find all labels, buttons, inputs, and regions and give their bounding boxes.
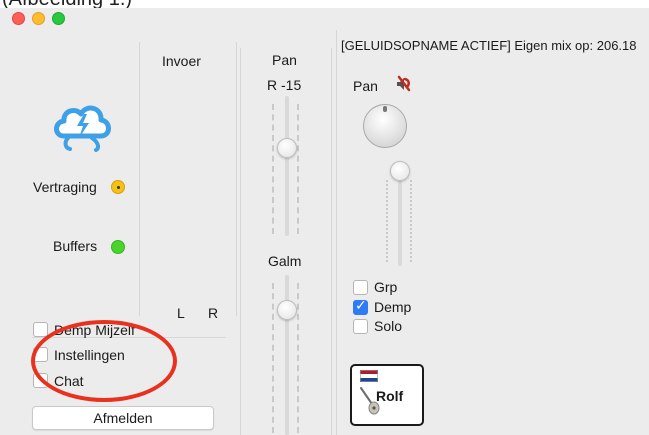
- logout-button[interactable]: Afmelden: [32, 406, 214, 430]
- own-pan-slider-track[interactable]: [285, 96, 289, 236]
- title-bar: [0, 8, 649, 30]
- app-window: Invoer L R Vertraging Buffers Demp Mijze…: [0, 8, 649, 435]
- reverb-slider-track[interactable]: [285, 275, 289, 435]
- own-pan-ticks-right: [297, 104, 301, 234]
- channel-fader-track[interactable]: [398, 170, 402, 266]
- netherlands-flag-icon: [360, 370, 378, 382]
- delay-label: Vertraging: [33, 179, 97, 195]
- caption-text: (Afbeelding 1.): [2, 0, 132, 8]
- own-pan-slider-knob[interactable]: [277, 138, 297, 158]
- mute-channel-label: Demp: [374, 299, 412, 315]
- group-checkbox[interactable]: [353, 280, 368, 295]
- channel-fader-ticks-left: [386, 180, 390, 262]
- solo-checkbox[interactable]: [353, 319, 368, 334]
- own-pan-title: Pan: [272, 52, 297, 68]
- status-banner: [GELUIDSOPNAME ACTIEF] Eigen mix op: 206…: [341, 38, 637, 53]
- buffers-label: Buffers: [53, 238, 98, 254]
- input-meter-panel: [139, 42, 237, 316]
- player-name: Rolf: [376, 388, 404, 404]
- minimize-window-button[interactable]: [32, 12, 45, 25]
- channel-fader-knob[interactable]: [390, 161, 410, 181]
- close-window-button[interactable]: [12, 12, 25, 25]
- muted-speaker-icon[interactable]: [394, 75, 412, 93]
- cloud-logo-icon: [54, 105, 111, 152]
- channel-pan-label: Pan: [353, 78, 378, 94]
- reverb-slider-knob[interactable]: [277, 300, 297, 320]
- pan-knob-indicator: [383, 106, 387, 112]
- group-label: Grp: [374, 279, 398, 295]
- reverb-ticks-right: [297, 283, 301, 433]
- channel-right-label: R: [208, 305, 219, 321]
- own-pan-ticks-left: [272, 104, 276, 234]
- zoom-window-button[interactable]: [52, 12, 65, 25]
- input-title: Invoer: [162, 53, 201, 69]
- reverb-ticks-left: [272, 283, 276, 433]
- highlight-ellipse: [31, 320, 177, 402]
- channel-fader-ticks-right: [410, 180, 414, 262]
- mute-channel-checkbox[interactable]: [353, 298, 368, 315]
- buffers-indicator-led: [111, 240, 125, 254]
- reverb-title: Galm: [268, 253, 302, 269]
- solo-label: Solo: [374, 318, 403, 334]
- delay-indicator-led: [111, 180, 125, 194]
- caption: (Afbeelding 1.): [0, 0, 649, 8]
- own-pan-value: R -15: [267, 77, 302, 93]
- channel-left-label: L: [177, 305, 185, 321]
